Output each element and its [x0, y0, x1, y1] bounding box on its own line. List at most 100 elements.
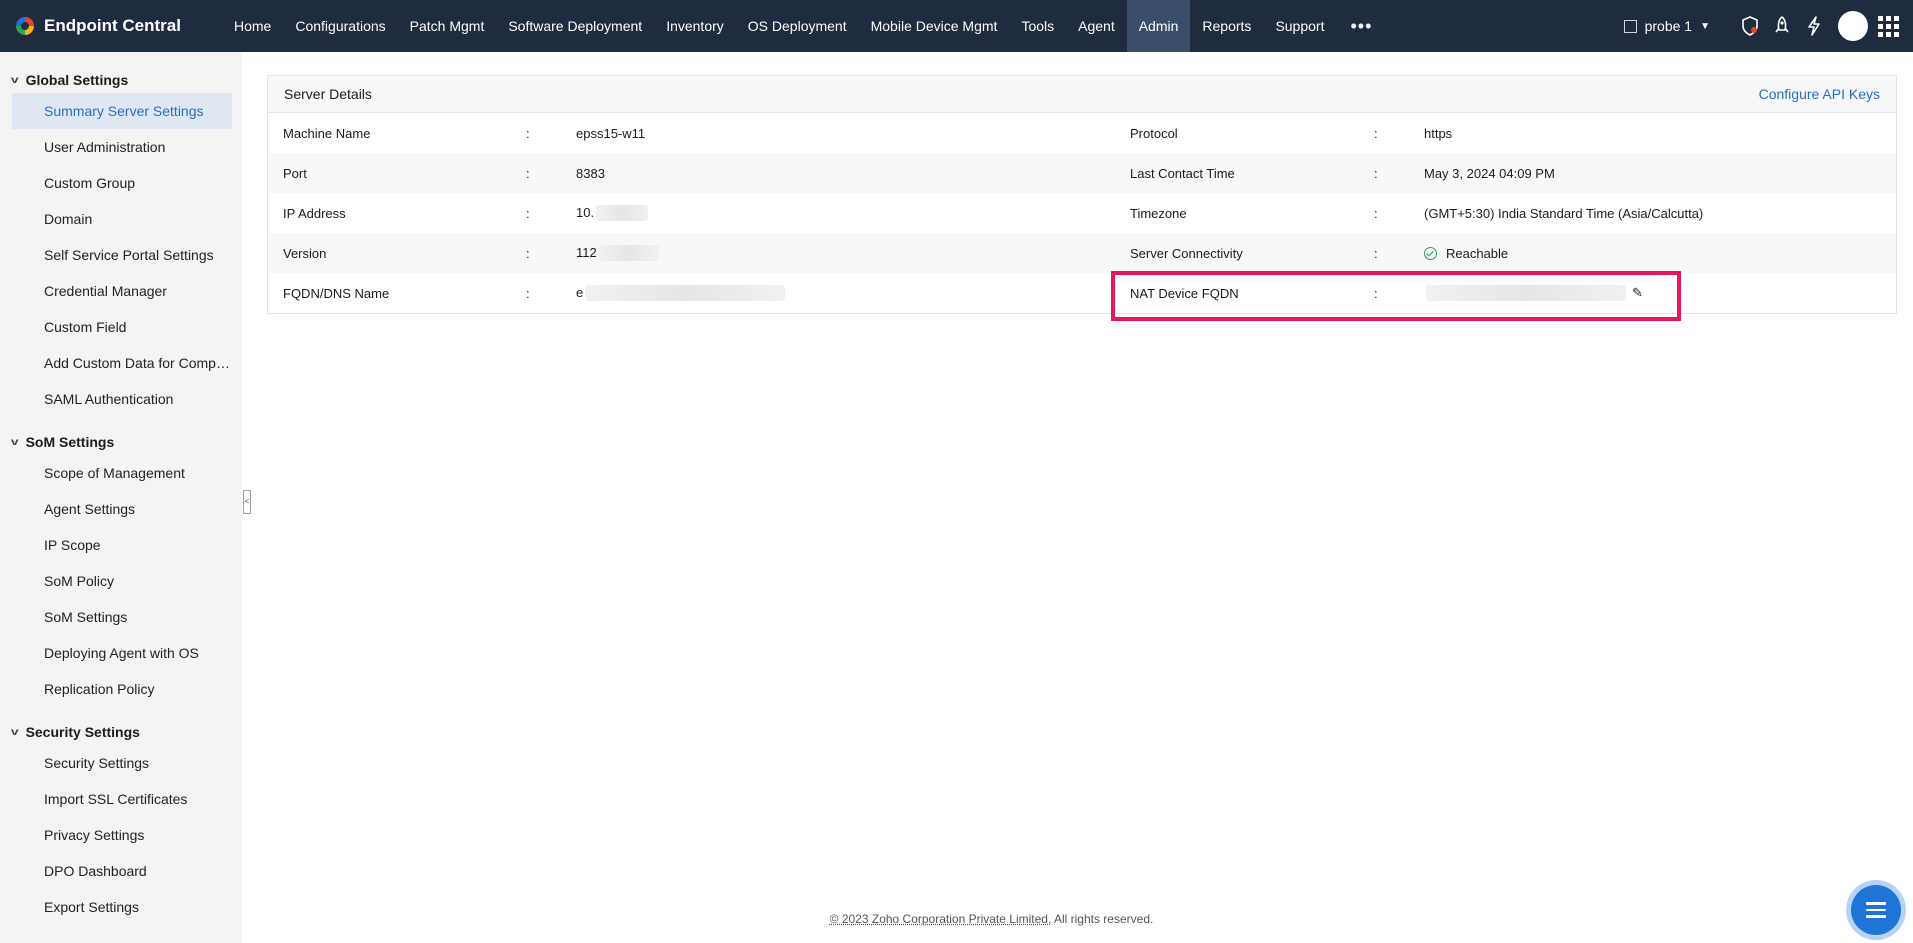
sidebar-item-dpo-dashboard[interactable]: DPO Dashboard: [12, 853, 232, 889]
detail-row: IP Address : 10. Timezone : (GMT+5:30) I…: [268, 193, 1896, 233]
sidebar-item-domain[interactable]: Domain: [12, 201, 232, 237]
redacted-blur: [585, 285, 786, 302]
separator: :: [526, 205, 530, 221]
probe-label: probe 1: [1644, 18, 1693, 34]
brand[interactable]: Endpoint Central: [0, 15, 222, 37]
nat-device-fqdn-label: NAT Device FQDN: [1130, 285, 1239, 301]
top-navigation-bar: Endpoint Central Home Configurations Pat…: [0, 0, 1913, 52]
port-label: Port: [283, 165, 307, 181]
nav-home[interactable]: Home: [222, 0, 283, 52]
sidebar-item-credential-manager[interactable]: Credential Manager: [12, 273, 232, 309]
caret-down-icon: ▼: [1700, 20, 1710, 32]
copyright-link[interactable]: © 2023 Zoho Corporation Private Limited.: [830, 912, 1052, 926]
separator: :: [1374, 205, 1378, 221]
group-title: Global Settings: [25, 72, 129, 88]
sidebar-item-saml-authentication[interactable]: SAML Authentication: [12, 381, 232, 417]
check-circle-icon: [1424, 246, 1437, 260]
fqdn-text: e: [576, 284, 584, 300]
chat-menu-button[interactable]: [1851, 885, 1901, 935]
ip-address-value: 10.: [576, 204, 649, 222]
avatar[interactable]: [1838, 11, 1868, 41]
separator: :: [1374, 125, 1378, 141]
rights-text: All rights reserved.: [1053, 912, 1154, 926]
timezone-value: (GMT+5:30) India Standard Time (Asia/Cal…: [1424, 205, 1704, 221]
probe-icon: [1623, 19, 1637, 33]
sidebar-item-summary-server-settings[interactable]: Summary Server Settings: [12, 93, 232, 129]
sidebar-item-privacy-settings[interactable]: Privacy Settings: [12, 817, 232, 853]
server-connectivity-value: Reachable: [1424, 246, 1508, 261]
sidebar-item-agent-settings[interactable]: Agent Settings: [12, 491, 232, 527]
sidebar-item-security-settings[interactable]: Security Settings: [12, 745, 232, 781]
redacted-blur: [598, 245, 659, 262]
detail-row: Version : 112 Server Connectivity : Reac…: [268, 233, 1896, 273]
nav-mobile-device-mgmt[interactable]: Mobile Device Mgmt: [859, 0, 1010, 52]
nav-configurations[interactable]: Configurations: [283, 0, 397, 52]
group-header[interactable]: v SoM Settings: [0, 429, 242, 455]
lightning-icon[interactable]: [1804, 16, 1824, 36]
footer: © 2023 Zoho Corporation Private Limited.…: [0, 912, 1913, 926]
nav-software-deployment[interactable]: Software Deployment: [496, 0, 654, 52]
sidebar-item-replication-policy[interactable]: Replication Policy: [12, 671, 232, 707]
detail-row: FQDN/DNS Name : e NAT Device FQDN : ✎: [268, 273, 1896, 313]
port-value: 8383: [576, 165, 605, 181]
sidebar-item-custom-field[interactable]: Custom Field: [12, 309, 232, 345]
nav-reports[interactable]: Reports: [1190, 0, 1263, 52]
endpoint-central-logo-icon: [14, 15, 36, 37]
separator: :: [1374, 165, 1378, 181]
panel-title: Server Details: [284, 86, 372, 102]
last-contact-time-label: Last Contact Time: [1130, 165, 1235, 181]
sidebar: v Global Settings Summary Server Setting…: [0, 52, 242, 943]
nav-agent[interactable]: Agent: [1066, 0, 1127, 52]
sidebar-item-add-custom-data[interactable]: Add Custom Data for Comput...: [12, 345, 232, 381]
redacted-blur: [596, 205, 649, 222]
separator: :: [526, 245, 530, 261]
chevron-down-icon: v: [10, 726, 19, 738]
group-header[interactable]: v Global Settings: [0, 67, 242, 93]
probe-selector[interactable]: probe 1 ▼: [1623, 18, 1710, 34]
app-name: Endpoint Central: [44, 16, 181, 35]
separator: :: [526, 125, 530, 141]
ip-address-label: IP Address: [283, 205, 346, 221]
machine-name-value: epss15-w11: [576, 125, 646, 141]
rocket-icon[interactable]: [1772, 16, 1792, 36]
panel-header: Server Details Configure API Keys: [268, 76, 1896, 113]
server-connectivity-label: Server Connectivity: [1130, 245, 1243, 261]
more-icon[interactable]: •••: [1336, 0, 1386, 52]
nav-patch-mgmt[interactable]: Patch Mgmt: [398, 0, 497, 52]
edit-pencil-icon[interactable]: ✎: [1632, 285, 1643, 301]
nav-os-deployment[interactable]: OS Deployment: [736, 0, 859, 52]
nav-admin[interactable]: Admin: [1126, 0, 1191, 52]
separator: :: [526, 285, 530, 301]
sidebar-item-custom-group[interactable]: Custom Group: [12, 165, 232, 201]
detail-row: Machine Name : epss15-w11 Protocol : htt…: [268, 113, 1896, 153]
nat-device-fqdn-value: ✎: [1424, 285, 1643, 301]
group-global-settings: v Global Settings Summary Server Setting…: [0, 67, 242, 417]
top-right-tools: probe 1 ▼: [1623, 0, 1913, 52]
nav-inventory[interactable]: Inventory: [654, 0, 736, 52]
sidebar-item-som-settings[interactable]: SoM Settings: [12, 599, 232, 635]
fqdn-label: FQDN/DNS Name: [283, 285, 390, 301]
shield-icon[interactable]: [1740, 16, 1760, 36]
machine-name-label: Machine Name: [283, 125, 371, 141]
separator: :: [1374, 245, 1378, 261]
sidebar-item-som-policy[interactable]: SoM Policy: [12, 563, 232, 599]
detail-row: Port : 8383 Last Contact Time : May 3, 2…: [268, 153, 1896, 193]
sidebar-item-user-administration[interactable]: User Administration: [12, 129, 232, 165]
protocol-label: Protocol: [1130, 125, 1178, 141]
apps-grid-icon[interactable]: [1878, 15, 1899, 37]
sidebar-item-self-service-portal-settings[interactable]: Self Service Portal Settings: [12, 237, 232, 273]
nav-tools[interactable]: Tools: [1009, 0, 1066, 52]
configure-api-keys-link[interactable]: Configure API Keys: [1759, 86, 1880, 102]
sidebar-item-import-ssl-certificates[interactable]: Import SSL Certificates: [12, 781, 232, 817]
nav-support[interactable]: Support: [1263, 0, 1336, 52]
last-contact-time-value: May 3, 2024 04:09 PM: [1424, 165, 1555, 181]
group-header[interactable]: v Security Settings: [0, 719, 242, 745]
sidebar-item-deploying-agent-with-os[interactable]: Deploying Agent with OS: [12, 635, 232, 671]
version-text: 112: [576, 244, 597, 260]
sidebar-collapse-handle[interactable]: <: [243, 490, 251, 514]
sidebar-item-ip-scope[interactable]: IP Scope: [12, 527, 232, 563]
server-details-panel: Server Details Configure API Keys Machin…: [267, 75, 1897, 314]
group-title: Security Settings: [25, 724, 140, 740]
ip-address-text: 10.: [576, 204, 595, 220]
sidebar-item-scope-of-management[interactable]: Scope of Management: [12, 455, 232, 491]
